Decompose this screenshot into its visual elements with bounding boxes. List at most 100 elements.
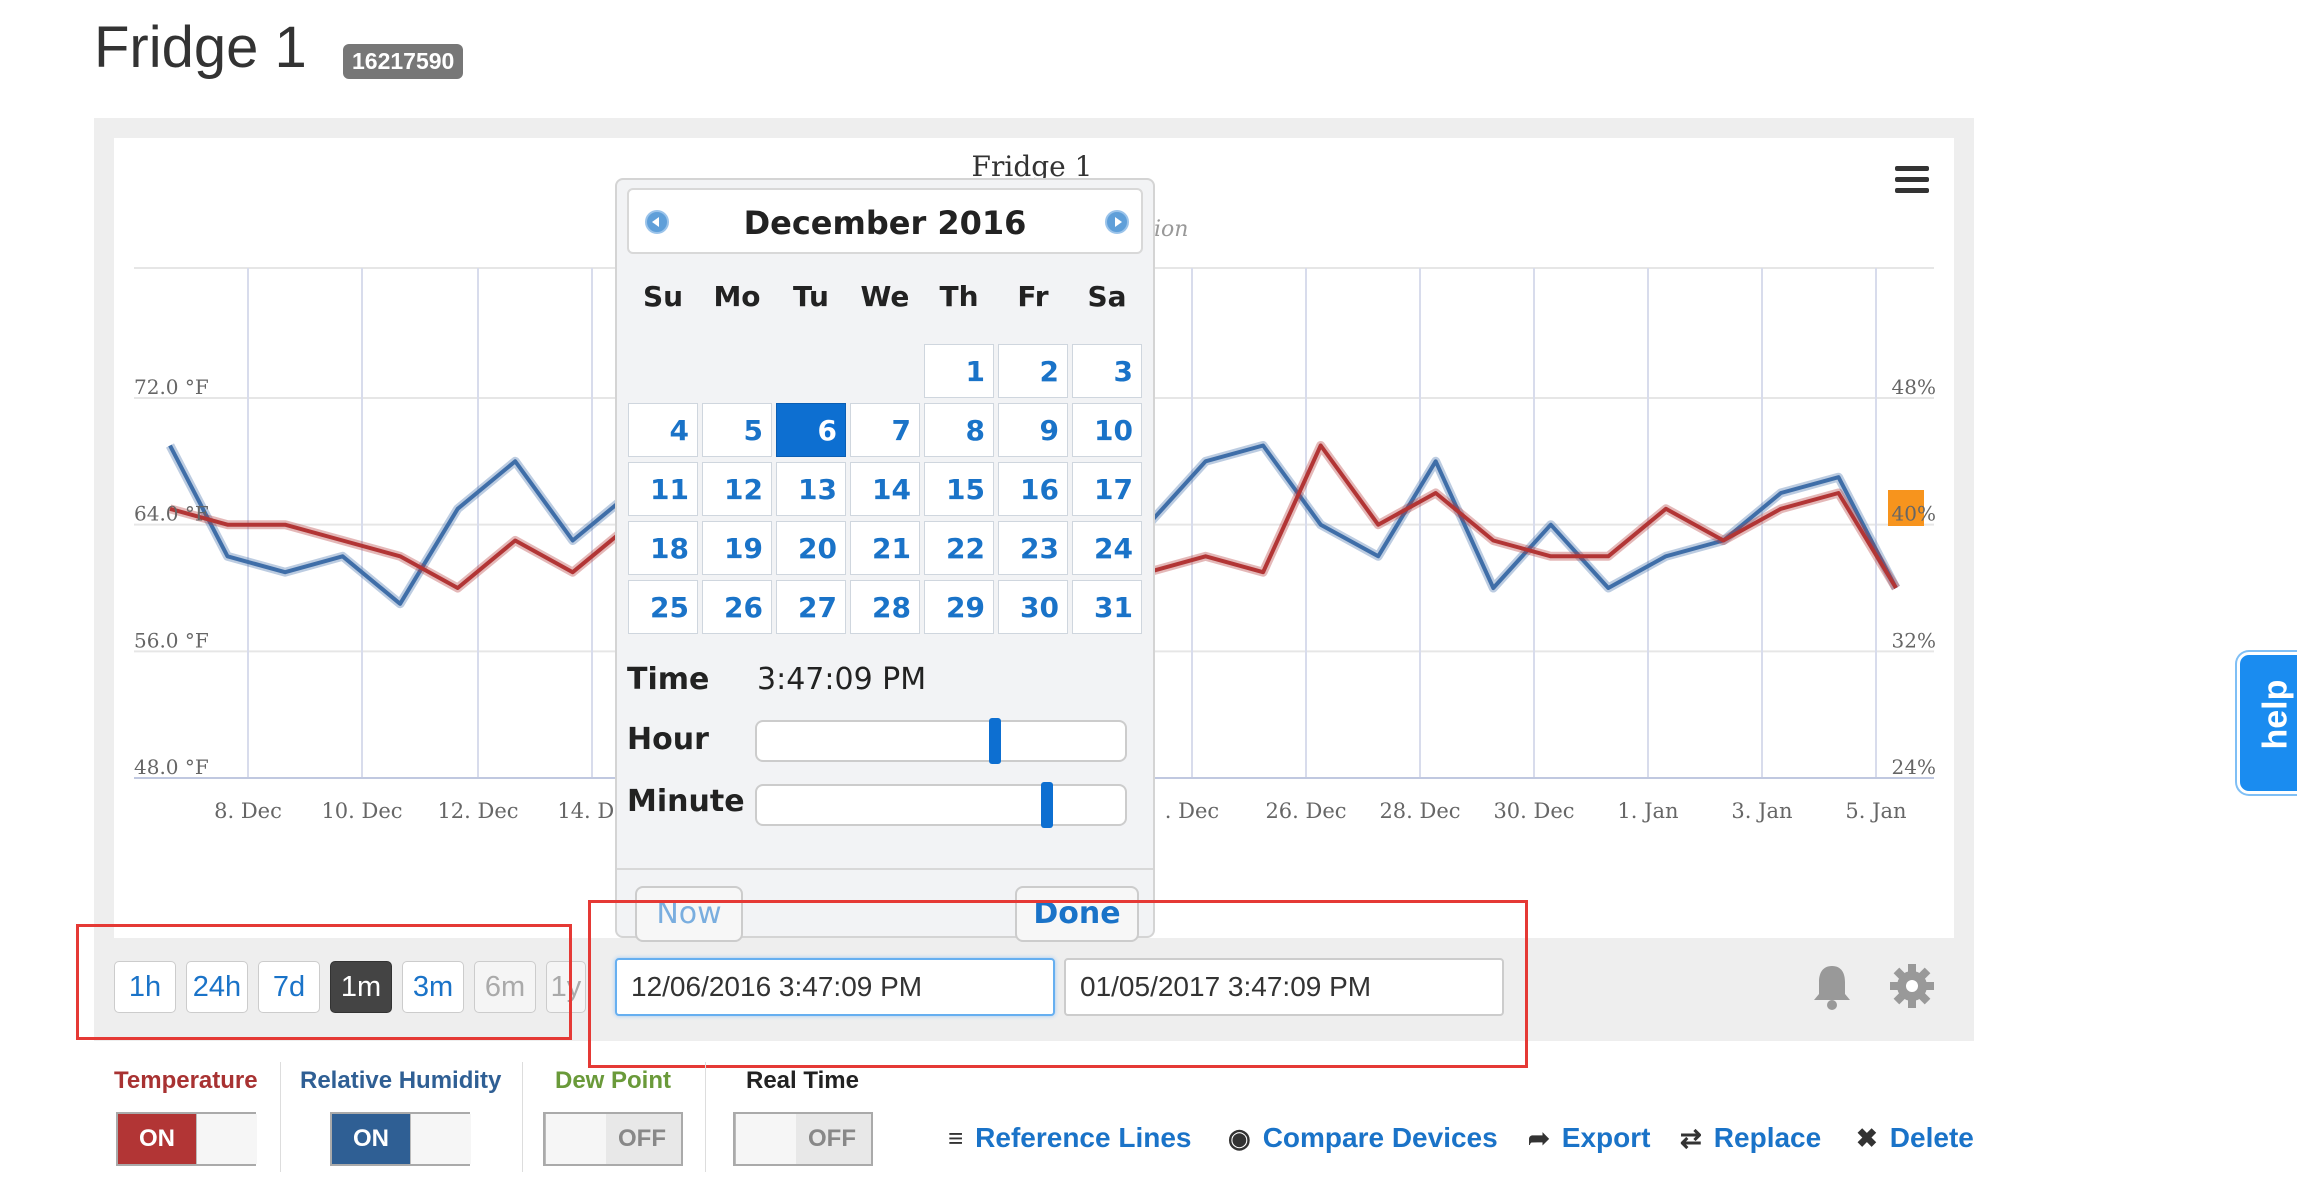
bell-icon[interactable] [1810, 962, 1854, 1012]
calendar-day[interactable]: 24 [1072, 521, 1142, 575]
help-label[interactable]: help [2257, 680, 2296, 750]
toggle-thumb [545, 1114, 606, 1164]
y-right-tick-label: 40% [1892, 502, 1936, 526]
x-tick-label: 10. Dec [321, 799, 402, 823]
hour-slider[interactable] [755, 718, 1127, 764]
x-icon: ✖ [1856, 1122, 1878, 1153]
toggle-thumb [410, 1114, 471, 1164]
shuffle-icon: ⇄ [1680, 1122, 1702, 1153]
calendar-day[interactable]: 18 [628, 521, 698, 575]
replace-link[interactable]: ⇄ Replace [1680, 1122, 1821, 1154]
date-picker-divider [617, 868, 1153, 870]
toggle-thumb [735, 1114, 796, 1164]
real-time-toggle-label: Real Time [746, 1067, 859, 1094]
calendar-day[interactable]: 4 [628, 403, 698, 457]
calendar-day[interactable]: 17 [1072, 462, 1142, 516]
y-left-tick-label: 48.0 °F [134, 755, 209, 779]
weekday-header: Th [939, 280, 979, 313]
replace-label: Replace [1713, 1122, 1822, 1153]
calendar-day[interactable]: 16 [998, 462, 1068, 516]
compare-devices-label: Compare Devices [1262, 1122, 1498, 1153]
weekday-header: Fr [1017, 280, 1049, 313]
calendar-day[interactable]: 2 [998, 344, 1068, 398]
calendar-day[interactable]: 15 [924, 462, 994, 516]
calendar-day[interactable]: 3 [1072, 344, 1142, 398]
y-right-tick-label: 48% [1892, 375, 1936, 399]
hour-label: Hour [627, 722, 709, 757]
minute-slider-handle[interactable] [1041, 782, 1053, 828]
calendar-day[interactable]: 9 [998, 403, 1068, 457]
gear-icon[interactable] [1888, 962, 1936, 1010]
share-arrow-icon: ➦ [1528, 1122, 1550, 1153]
page-title: Fridge 1 [94, 15, 307, 80]
next-month-icon[interactable] [1105, 210, 1129, 234]
x-tick-label: 5. Jan [1845, 799, 1906, 823]
toggle-divider [705, 1062, 706, 1172]
x-tick-label: 12. Dec [437, 799, 518, 823]
calendar-day[interactable]: 29 [924, 580, 994, 634]
export-label: Export [1561, 1122, 1651, 1153]
calendar-day[interactable]: 23 [998, 521, 1068, 575]
minute-slider[interactable] [755, 782, 1127, 828]
toggle-thumb [196, 1114, 257, 1164]
calendar-day[interactable]: 7 [850, 403, 920, 457]
x-tick-label: 30. Dec [1493, 799, 1574, 823]
date-picker-month-year: December 2016 [743, 204, 1027, 242]
real-time-toggle-off: OFF [808, 1125, 856, 1152]
calendar-day[interactable]: 27 [776, 580, 846, 634]
device-id-badge: 16217590 [343, 44, 464, 79]
calendar-day[interactable]: 12 [702, 462, 772, 516]
calendar-day[interactable]: 21 [850, 521, 920, 575]
temperature-toggle[interactable]: ON [116, 1112, 257, 1166]
calendar-day[interactable]: 5 [702, 403, 772, 457]
dew-point-toggle-off: OFF [618, 1125, 666, 1152]
reference-lines-link[interactable]: ≡ Reference Lines [948, 1122, 1192, 1154]
date-picker-popup: December 2016 Su Mo Tu We Th Fr Sa 1 2 3 4 5 6 7 8 9 10… [615, 178, 1155, 942]
calendar-day[interactable]: 14 [850, 462, 920, 516]
humidity-toggle[interactable]: ON [330, 1112, 471, 1166]
y-left-tick-label: 72.0 °F [134, 375, 209, 399]
calendar-day[interactable]: 19 [702, 521, 772, 575]
time-label: Time [627, 662, 710, 697]
weekday-header: Sa [1087, 280, 1127, 313]
weekday-header: We [860, 280, 910, 313]
list-icon: ≡ [948, 1122, 964, 1153]
calendar-day[interactable]: 31 [1072, 580, 1142, 634]
y-left-tick-label: 56.0 °F [134, 628, 209, 652]
delete-link[interactable]: ✖ Delete [1856, 1122, 1974, 1154]
calendar-day[interactable]: 6 [776, 403, 846, 457]
calendar-day[interactable]: 26 [702, 580, 772, 634]
calendar-day[interactable]: 25 [628, 580, 698, 634]
x-tick-label: 3. Jan [1731, 799, 1792, 823]
x-tick-label: 28. Dec [1379, 799, 1460, 823]
reference-lines-label: Reference Lines [975, 1122, 1192, 1153]
calendar-day[interactable]: 1 [924, 344, 994, 398]
calendar-day[interactable]: 22 [924, 521, 994, 575]
calendar-day[interactable]: 11 [628, 462, 698, 516]
x-tick-label: 8. Dec [214, 799, 282, 823]
compare-devices-link[interactable]: ◉ Compare Devices [1228, 1122, 1498, 1154]
hour-slider-handle[interactable] [989, 718, 1001, 764]
calendar-day[interactable]: 20 [776, 521, 846, 575]
export-link[interactable]: ➦ Export [1528, 1122, 1650, 1154]
calendar-day[interactable]: 28 [850, 580, 920, 634]
eye-icon: ◉ [1228, 1122, 1251, 1153]
dew-point-toggle[interactable]: OFF [543, 1112, 683, 1166]
real-time-toggle[interactable]: OFF [733, 1112, 873, 1166]
chart-menu-icon[interactable] [1895, 166, 1929, 194]
temperature-toggle-on: ON [118, 1114, 196, 1164]
date-range-highlight [588, 900, 1528, 1068]
calendar-day[interactable]: 10 [1072, 403, 1142, 457]
y-right-tick-label: 32% [1892, 628, 1936, 652]
calendar-day[interactable]: 30 [998, 580, 1068, 634]
humidity-toggle-label: Relative Humidity [300, 1067, 502, 1094]
y-right-tick-label: 24% [1892, 755, 1936, 779]
toggle-divider [522, 1062, 523, 1172]
delete-label: Delete [1889, 1122, 1974, 1153]
calendar-day[interactable]: 13 [776, 462, 846, 516]
humidity-toggle-on: ON [332, 1114, 410, 1164]
time-value: 3:47:09 PM [757, 662, 927, 697]
timeframe-highlight [76, 924, 572, 1040]
y-left-tick-label: 64.0 °F [134, 502, 209, 526]
calendar-day[interactable]: 8 [924, 403, 994, 457]
